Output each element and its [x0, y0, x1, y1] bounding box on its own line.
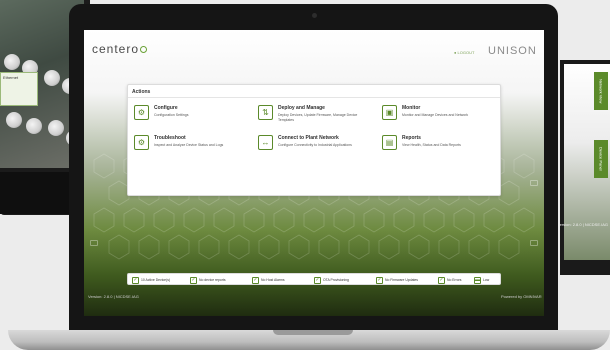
- unison-logo: UNISON: [488, 45, 537, 57]
- action-troubleshoot[interactable]: ⚙ Troubleshoot Inspect and Analyze Devic…: [134, 135, 244, 157]
- status-active-devices[interactable]: ✓ 10 Active Device(s): [132, 276, 170, 284]
- action-title: Reports: [402, 135, 421, 141]
- actions-panel: Actions ⚙ Configure Configuration Settin…: [127, 84, 501, 196]
- action-desc: Configure Connectivity to Industrial App…: [278, 143, 352, 147]
- tank-image: [44, 70, 60, 86]
- logo-text: centero: [92, 42, 140, 56]
- action-desc: Configuration Settings: [154, 113, 189, 117]
- laptop-screen: centero ● LOGOUT UNISON Actions ⚙ Config…: [84, 30, 544, 316]
- tank-image: [6, 112, 22, 128]
- status-host-alarms[interactable]: ✓ No Host Alarms: [252, 276, 285, 284]
- action-connect-to-plant-network[interactable]: ↔ Connect to Plant Network Configure Con…: [258, 135, 368, 157]
- version-label: Version: 2.8.0 | NICDSE.IAG: [88, 294, 139, 299]
- laptop-notch: [273, 330, 353, 335]
- document-icon: ▤: [382, 135, 397, 150]
- status-level[interactable]: ▬ Low: [474, 276, 489, 284]
- action-title: Configure: [154, 105, 178, 111]
- map-popup-title: Ethernet: [3, 75, 19, 80]
- action-desc: Monitor and Manage Devices and Network: [402, 113, 469, 117]
- logout-link[interactable]: ● LOGOUT: [454, 50, 474, 55]
- panel-title: Actions: [132, 89, 151, 95]
- right-tab-device-panel: Device Panel: [594, 140, 608, 178]
- centero-logo: centero: [92, 42, 148, 56]
- right-monitor-screen: Network View Device Panel: [564, 64, 610, 260]
- action-desc: Deploy Devices, Update Firmware, Manage …: [278, 113, 358, 122]
- right-tab-network-view: Network View: [594, 72, 608, 110]
- status-text: Low: [483, 278, 490, 282]
- right-tab-label: Device Panel: [598, 147, 604, 171]
- check-icon: ✓: [376, 276, 383, 284]
- status-ota-provisioning[interactable]: ✓ OTA Provisioning: [314, 276, 349, 284]
- faint-device-icon: [530, 180, 538, 186]
- action-title: Connect to Plant Network: [278, 135, 339, 141]
- deploy-icon: ⇅: [258, 105, 273, 120]
- level-icon: ▬: [474, 276, 481, 284]
- status-bar: ✓ 10 Active Device(s) ✓ No device report…: [127, 273, 501, 285]
- check-icon: ✓: [190, 276, 197, 284]
- powered-by-label: Powered by OMNIVAR: [501, 294, 542, 299]
- action-reports[interactable]: ▤ Reports View Health, Status and Data R…: [382, 135, 492, 157]
- status-text: No Host Alarms: [261, 278, 285, 282]
- action-desc: Inspect and Analyze Device Status and Lo…: [154, 143, 224, 147]
- action-configure[interactable]: ⚙ Configure Configuration Settings: [134, 105, 244, 127]
- status-text: OTA Provisioning: [323, 278, 349, 282]
- action-desc: View Health, Status and Data Reports: [402, 143, 461, 147]
- status-errors[interactable]: ✓ No Errors: [438, 276, 462, 284]
- logo-mark-icon: [140, 46, 148, 53]
- status-text: No Firmware Updates: [385, 278, 418, 282]
- right-monitor-version: Version: 2.8.0 | NICDSE.IAG: [557, 222, 608, 227]
- panel-divider: [128, 97, 500, 98]
- action-deploy-and-manage[interactable]: ⇅ Deploy and Manage Deploy Devices, Upda…: [258, 105, 368, 127]
- map-popup: Ethernet: [0, 72, 38, 106]
- logout-label: LOGOUT: [457, 50, 475, 55]
- gears-icon: ⚙: [134, 135, 149, 150]
- tank-image: [4, 54, 20, 70]
- connect-icon: ↔: [258, 135, 273, 150]
- status-firmware-updates[interactable]: ✓ No Firmware Updates: [376, 276, 418, 284]
- check-icon: ✓: [438, 276, 445, 284]
- camera-icon: [312, 13, 317, 18]
- status-text: 10 Active Device(s): [141, 278, 171, 282]
- app-header: centero ● LOGOUT UNISON: [84, 30, 544, 72]
- tank-image: [26, 118, 42, 134]
- check-icon: ✓: [314, 276, 321, 284]
- faint-device-icon: [90, 240, 98, 246]
- status-text: No device reports: [199, 278, 226, 282]
- check-icon: ✓: [252, 276, 259, 284]
- action-monitor[interactable]: ▣ Monitor Monitor and Manage Devices and…: [382, 105, 492, 127]
- action-title: Deploy and Manage: [278, 105, 325, 111]
- right-tab-label: Network View: [598, 78, 604, 104]
- action-title: Troubleshoot: [154, 135, 186, 141]
- action-title: Monitor: [402, 105, 421, 111]
- monitor-icon: ▣: [382, 105, 397, 120]
- status-device-reports[interactable]: ✓ No device reports: [190, 276, 226, 284]
- check-icon: ✓: [132, 276, 139, 284]
- faint-device-icon: [530, 240, 538, 246]
- gear-icon: ⚙: [134, 105, 149, 120]
- tank-image: [48, 120, 64, 136]
- status-text: No Errors: [447, 278, 462, 282]
